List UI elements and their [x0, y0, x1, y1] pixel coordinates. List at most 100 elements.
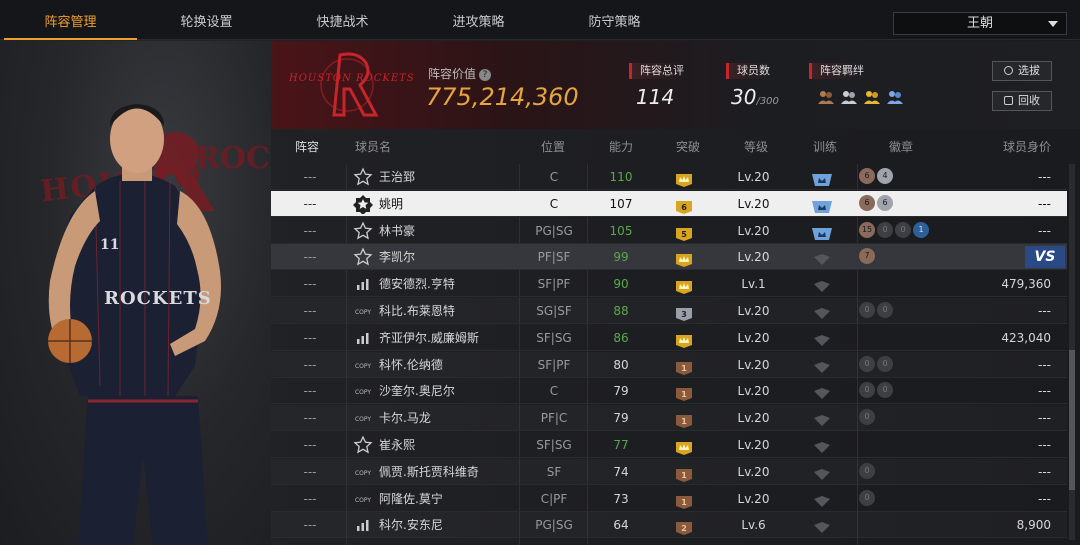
row-ability: 79	[613, 411, 629, 426]
badge-icon: 0	[877, 382, 893, 399]
breakthrough-badge-icon	[675, 438, 693, 455]
table-row[interactable]: --- 姚明 C 107 6 Lv.20 6 6 ---	[271, 190, 1067, 217]
col-badges[interactable]: 徽章	[889, 132, 913, 162]
table-row[interactable]: --- 德安德烈.亨特 SF|PF 90 Lv.1 479,360	[271, 271, 1067, 298]
col-lineup[interactable]: 阵容	[295, 132, 319, 162]
star-icon	[353, 247, 373, 267]
bond-people-icon[interactable]	[839, 87, 859, 107]
svg-text:1: 1	[681, 471, 687, 480]
badge-icon: 0	[877, 302, 893, 318]
col-position[interactable]: 位置	[541, 132, 565, 162]
tab-lineup-management[interactable]: 阵容管理	[4, 0, 137, 40]
training-icon[interactable]	[811, 438, 833, 453]
badge-icon: 4	[877, 168, 893, 184]
table-row[interactable]: --- 崔永熙 SF|SG 77 Lv.20 ---	[271, 432, 1067, 458]
row-worth: 423,040	[1001, 330, 1051, 345]
tab-quick-tactics[interactable]: 快捷战术	[276, 0, 409, 40]
training-icon[interactable]	[811, 331, 833, 346]
copy-icon: COPY	[353, 301, 373, 321]
row-lineup: ---	[303, 170, 317, 184]
breakthrough-badge-icon	[675, 250, 693, 268]
mode-dropdown[interactable]: 王朝	[893, 12, 1067, 35]
row-worth: ---	[1038, 304, 1051, 318]
col-level[interactable]: 等级	[744, 132, 768, 162]
table-row[interactable]: --- COPY 阿隆佐.莫宁 C|PF 73 1 Lv.20 0 ---	[271, 486, 1067, 512]
svg-text:COPY: COPY	[355, 497, 371, 504]
vs-compare-button[interactable]: VS	[1025, 246, 1065, 269]
breakthrough-badge-icon: 6	[675, 197, 693, 214]
help-icon[interactable]: ?	[479, 68, 492, 81]
row-player-name: 姚明	[379, 196, 404, 211]
roster-scrollbar[interactable]	[1069, 164, 1075, 540]
table-row[interactable]: --- COPY 科怀.伦纳德 SF|PF 80 1 Lv.20 0 0 ---	[271, 352, 1067, 378]
svg-text:1: 1	[681, 417, 687, 426]
badge-icon: 6	[859, 168, 875, 184]
recycle-icon	[1004, 96, 1013, 105]
svg-text:COPY: COPY	[355, 416, 371, 423]
tab-defense-strategy[interactable]: 防守策略	[548, 0, 681, 40]
row-worth: 479,360	[1001, 277, 1051, 292]
training-icon[interactable]	[811, 197, 833, 213]
row-ability: 73	[613, 491, 629, 506]
training-icon[interactable]	[811, 492, 833, 507]
row-ability: 105	[609, 223, 633, 238]
col-worth[interactable]: 球员身价	[1003, 132, 1051, 162]
bond-people-icon[interactable]	[862, 87, 882, 107]
training-icon[interactable]	[811, 224, 833, 240]
svg-text:COPY: COPY	[355, 309, 371, 316]
row-badges: 0	[859, 489, 877, 508]
select-button[interactable]: 选拔	[992, 61, 1052, 81]
training-icon[interactable]	[811, 250, 833, 266]
col-breakthrough[interactable]: 突破	[676, 132, 700, 162]
table-row[interactable]: --- COPY 沙奎尔.奥尼尔 C 79 1 Lv.20 0 0 ---	[271, 378, 1067, 405]
table-row[interactable]: --- COPY 卡尔.马龙 PF|C 79 1 Lv.20 0 ---	[271, 405, 1067, 432]
total-rating-value: 114	[636, 85, 675, 109]
training-icon[interactable]	[811, 358, 833, 373]
row-player-name: 卡尔.马龙	[379, 411, 431, 426]
star-icon	[353, 167, 373, 187]
row-badges: 00	[859, 302, 895, 320]
breakthrough-badge-icon	[675, 170, 693, 187]
row-badges: 0	[859, 409, 877, 427]
table-row[interactable]: --- COPY 佩贾.斯托贾科维奇 SF 74 1 Lv.20 0 ---	[271, 459, 1067, 485]
row-position: C|PF	[540, 491, 568, 506]
col-training[interactable]: 训练	[813, 132, 837, 162]
row-level: Lv.20	[737, 491, 770, 506]
training-icon[interactable]	[811, 277, 833, 293]
badge-icon: 0	[859, 382, 875, 399]
table-row[interactable]: --- 王治郅 C 110 Lv.20 6 4 ---	[271, 164, 1067, 190]
col-name[interactable]: 球员名	[355, 132, 391, 162]
table-row[interactable]: --- 科尔.安东尼 PG|SG 64 2 Lv.6 8,900	[271, 512, 1067, 539]
bond-people-icon[interactable]	[816, 87, 836, 107]
training-icon[interactable]	[811, 384, 833, 400]
tab-offense-strategy[interactable]: 进攻策略	[412, 0, 545, 40]
row-worth: ---	[1038, 196, 1051, 211]
row-lineup: ---	[303, 438, 317, 452]
row-player-name: 科尔.安东尼	[379, 518, 443, 533]
player-count-value: 30/300	[731, 85, 779, 109]
svg-text:1: 1	[681, 364, 687, 373]
row-position: PG|SG	[535, 223, 573, 238]
training-icon[interactable]	[811, 465, 833, 480]
recycle-button[interactable]: 回收	[992, 91, 1052, 111]
table-row[interactable]: --- COPY 科比.布莱恩特 SG|SF 88 3 Lv.20 0 0 ---	[271, 298, 1067, 324]
breakthrough-badge-icon: 2	[675, 518, 693, 536]
col-ability[interactable]: 能力	[609, 132, 633, 162]
training-icon[interactable]	[811, 518, 833, 534]
row-player-name: 科比.布莱恩特	[379, 304, 455, 318]
badge-icon: 15	[859, 221, 875, 238]
table-row[interactable]: --- 林书豪 PG|SG 105 5 Lv.20 15 0 0 1 ---	[271, 218, 1067, 244]
svg-text:1: 1	[681, 390, 687, 399]
training-icon[interactable]	[811, 411, 833, 427]
scrollbar-thumb[interactable]	[1069, 350, 1075, 490]
table-row[interactable]: --- 齐亚伊尔.威廉姆斯 SF|SG 86 Lv.20 423,040	[271, 325, 1067, 351]
row-player-name: 李凯尔	[379, 250, 416, 265]
table-row[interactable]: --- 李凯尔 PF|SF 99 Lv.20 7 VS	[271, 244, 1067, 271]
bond-people-icon[interactable]	[885, 87, 905, 107]
row-ability: 77	[613, 438, 629, 452]
mode-dropdown-value: 王朝	[966, 16, 993, 31]
training-icon[interactable]	[811, 170, 833, 186]
training-icon[interactable]	[811, 304, 833, 319]
tab-rotation-settings[interactable]: 轮换设置	[140, 0, 273, 40]
top-tab-bar: 阵容管理 轮换设置 快捷战术 进攻策略 防守策略 王朝	[0, 0, 1080, 40]
